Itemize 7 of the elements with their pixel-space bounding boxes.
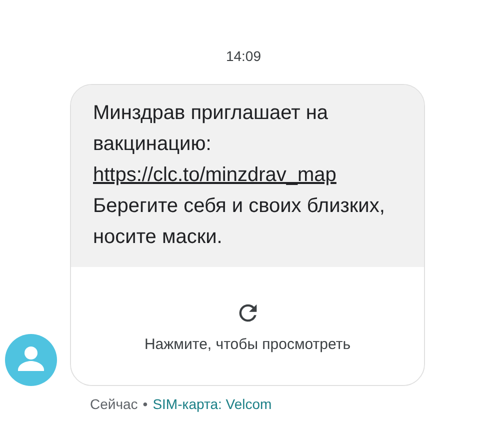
timestamp: 14:09 bbox=[224, 47, 262, 66]
preview-hint: Нажмите, чтобы просмотреть bbox=[144, 336, 351, 352]
separator-dot: • bbox=[142, 396, 148, 412]
message-text: Минздрав приглашает на вакцинацию: https://clc.to/minzdrav_map Берегите себя и своих близких, носите маски. bbox=[71, 85, 424, 267]
sim-label: SIM-карта: Velcom bbox=[152, 396, 272, 412]
message-time: Сейчас bbox=[90, 396, 138, 412]
message-link[interactable]: https://clc.to/minzdrav_map bbox=[93, 164, 336, 186]
